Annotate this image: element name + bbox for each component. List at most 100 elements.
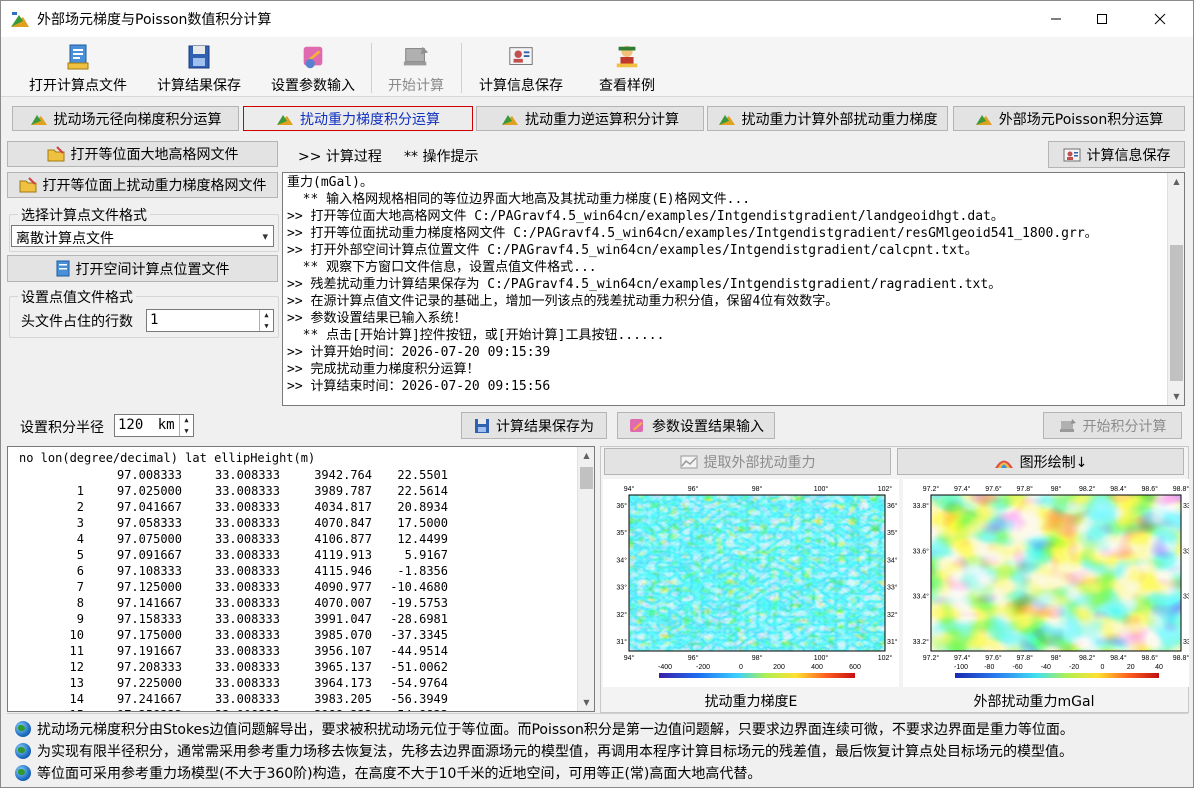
document-icon (56, 260, 69, 277)
tab-poisson[interactable]: 外部场元Poisson积分运算 (953, 106, 1185, 131)
x-tick-label: 97.4° (954, 654, 971, 662)
log-line: >> 打开等位面扰动重力梯度格网文件 C:/PAGravf4.5_win64cn… (287, 226, 1098, 241)
tab-gravity-gradient[interactable]: 扰动重力梯度积分运算 (243, 106, 473, 131)
table-cell: 97.241667 (116, 692, 182, 706)
tab-radial-gradient[interactable]: 扰动场元径向梯度积分运算 (12, 106, 239, 131)
x-tick-label: 97.8° (1017, 654, 1034, 662)
save-compute-info-button[interactable]: 计算信息保存 (1048, 141, 1185, 168)
log-line: >> 打开外部空间计算点位置文件 C:/PAGravf4.5_win64cn/e… (287, 243, 978, 258)
header-rows-spinner[interactable]: 1 ▲ ▼ (146, 309, 274, 332)
table-cell: -19.5753 (390, 596, 448, 610)
tip-text: 为实现有限半径积分，通常需采用参考重力场移去恢复法，先移去边界面源场元的模型值，… (37, 744, 1073, 760)
extract-external-gravity-button[interactable]: 提取外部扰动重力 (604, 448, 891, 475)
table-cell: 97.091667 (116, 548, 182, 562)
colorbar-tick-label: -200 (696, 664, 710, 671)
maximize-icon (1097, 14, 1107, 24)
log-line: >> 完成扰动重力梯度积分运算！ (287, 362, 480, 377)
table-row: 1 97.025000 33.008333 3989.787 22.5614 (8, 483, 448, 499)
y-tick-label: 35° (887, 529, 898, 537)
external-gravity-map-svg: 97.2° 97.2° 97.4° 97.4° 97.6° 97.6° 97.8° 97.8°… (913, 485, 1194, 678)
x-tick-label: 102° (878, 654, 893, 662)
data-scrollbar[interactable]: ▲ ▼ (577, 447, 594, 711)
save-results-as-button[interactable]: 计算结果保存为 (461, 412, 607, 439)
start-integral-button[interactable]: 开始积分计算 (1043, 412, 1182, 439)
x-tick-label: 100° (814, 485, 829, 493)
data-preview[interactable]: no lon(degree/decimal) lat ellipHeight(m… (7, 446, 595, 712)
globe-icon (15, 765, 31, 781)
scroll-up-icon[interactable]: ▲ (578, 447, 594, 464)
spinner-arrows[interactable]: ▲ ▼ (179, 415, 193, 436)
toolbar-save-results-button[interactable]: 计算结果保存 (151, 43, 247, 95)
toolbar-settings-input-button[interactable]: 设置参数输入 (265, 43, 361, 95)
compute-log[interactable]: 重力(mGal)。 ** 输入格网规格相同的等位边界面大地高及其扰动重力梯度(E… (282, 172, 1185, 406)
radius-spinner[interactable]: 120 km ▲ ▼ (114, 414, 194, 437)
table-cell: 97.075000 (116, 532, 182, 546)
header-rows-value: 1 (150, 312, 159, 328)
gravity-gradient-map-svg: 94° 94° 96° 96° 98° 98° 100° 100° 102° 102° 36° 36°… (616, 485, 898, 678)
table-cell: 33.008333 (214, 660, 280, 674)
tab-compute-process[interactable]: >> 计算过程 (298, 146, 382, 166)
tab-inverse-gravity[interactable]: 扰动重力逆运算积分计算 (476, 106, 704, 131)
minimize-button[interactable] (1033, 1, 1079, 37)
open-points-file-button[interactable]: 打开空间计算点位置文件 (7, 255, 278, 282)
main-window: 外部场元梯度与Poisson数值积分计算 打开计算点文件 计算结果保存 设置参数… (0, 0, 1194, 788)
toolbar-separator (371, 43, 372, 93)
scroll-down-icon[interactable]: ▼ (1168, 388, 1184, 405)
table-cell: 33.008333 (214, 596, 280, 610)
log-scrollbar[interactable]: ▲ ▼ (1167, 173, 1184, 405)
tab-icon (277, 114, 293, 125)
scroll-thumb[interactable] (580, 467, 593, 489)
toolbar-label: 开始计算 (388, 78, 444, 94)
tips-panel: 扰动场元梯度积分由Stokes边值问题解导出，要求被积扰动场元位于等位面。而Po… (7, 713, 1188, 785)
tab-icon (502, 114, 518, 125)
close-icon (1154, 13, 1166, 25)
table-cell: -54.8832 (372, 707, 448, 711)
colorbar-tick-label: -60 (1013, 664, 1023, 671)
open-gradient-grid-button[interactable]: 打开等位面上扰动重力梯度格网文件 (7, 172, 278, 198)
toolbar-view-sample-button[interactable]: 查看样例 (589, 43, 665, 95)
tab-external-gradient[interactable]: 扰动重力计算外部扰动重力梯度 (707, 106, 948, 131)
spinner-arrows[interactable]: ▲ ▼ (259, 310, 273, 331)
save-results-icon (475, 418, 489, 433)
tab-operation-hint[interactable]: ** 操作提示 (404, 146, 478, 166)
open-folder-icon (19, 177, 36, 193)
toolbar-start-compute-button[interactable]: 开始计算 (383, 43, 449, 95)
button-label: 打开等位面大地高格网文件 (70, 147, 239, 163)
scroll-up-icon[interactable]: ▲ (1168, 173, 1184, 190)
chevron-down-icon: ▾ (262, 230, 268, 243)
close-button[interactable] (1137, 1, 1183, 37)
table-cell: 3985.070 (314, 628, 372, 642)
table-cell: 7 (76, 580, 84, 594)
x-tick-label: 96° (688, 654, 699, 662)
toolbar-label: 计算结果保存 (157, 78, 241, 94)
y-tick-label: 33° (616, 584, 627, 592)
table-row: 10 97.175000 33.008333 3985.070 -37.3345 (8, 627, 448, 643)
colorbar-tick-label: -80 (984, 664, 994, 671)
tab-label: 外部场元Poisson积分运算 (998, 111, 1164, 128)
table-cell: 3991.047 (314, 612, 372, 626)
param-input-button[interactable]: 参数设置结果输入 (617, 412, 775, 439)
table-cell: 9 (76, 612, 84, 626)
toolbar-save-info-button[interactable]: 计算信息保存 (473, 43, 569, 95)
file-format-select[interactable]: 离散计算点文件 ▾ (11, 225, 274, 247)
settings-input-icon (303, 46, 323, 69)
maximize-button[interactable] (1079, 1, 1125, 37)
plot-graph-button[interactable]: 图形绘制↓ (897, 448, 1184, 475)
table-cell: 11 (69, 644, 84, 658)
scroll-thumb[interactable] (1170, 245, 1183, 381)
y-tick-label: 32° (887, 611, 898, 619)
right-map-caption: 外部扰动重力mGal (973, 694, 1095, 710)
table-row: 8 97.141667 33.008333 4070.007 -19.5753 (8, 595, 448, 611)
x-tick-label: 94° (624, 654, 635, 662)
table-row: 12 97.208333 33.008333 3965.137 -51.0062 (8, 659, 448, 675)
table-cell: 3964.173 (314, 676, 372, 690)
open-geoid-grid-button[interactable]: 打开等位面大地高格网文件 (7, 141, 278, 167)
toolbar-open-points-button[interactable]: 打开计算点文件 (23, 43, 133, 95)
y-tick-label: 33.6° (1183, 547, 1189, 555)
table-cell: 1 (76, 484, 84, 498)
x-tick-label: 98.8° (1173, 485, 1189, 493)
colorbar-tick-label: 200 (773, 664, 785, 671)
contour-plot-icon (994, 460, 1013, 468)
table-cell: 5 (76, 548, 84, 562)
scroll-down-icon[interactable]: ▼ (578, 694, 594, 711)
